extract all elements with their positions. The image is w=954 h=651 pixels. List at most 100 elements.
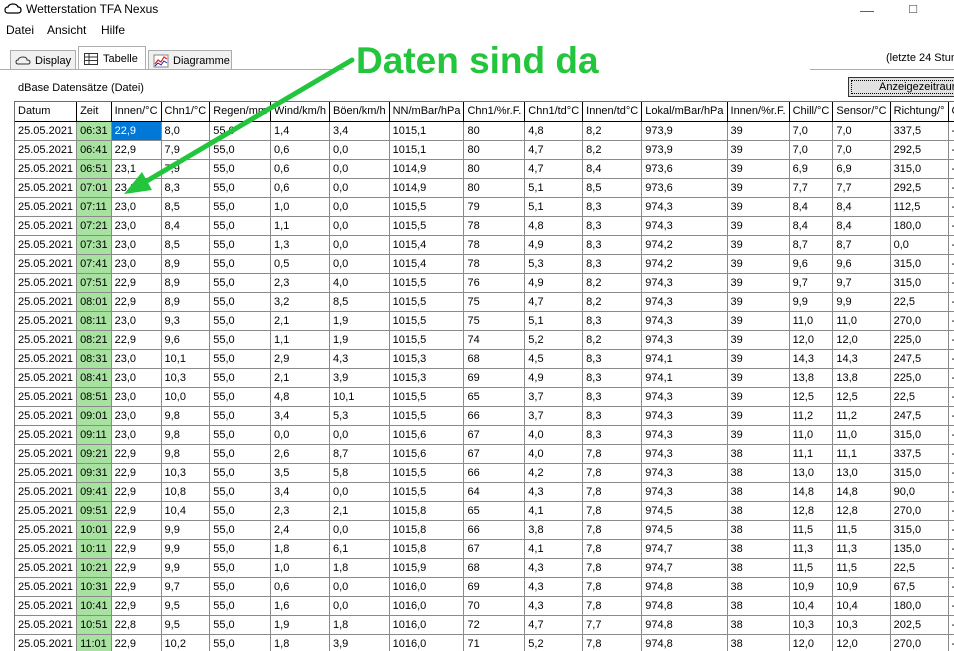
table-cell[interactable]: 1,8 — [329, 615, 390, 635]
table-cell[interactable]: 8,3 — [582, 235, 643, 255]
table-cell[interactable]: 22,9 — [111, 292, 162, 312]
table-cell[interactable]: 39 — [727, 387, 790, 407]
table-cell[interactable]: 974,7 — [641, 558, 728, 578]
table-cell[interactable]: 9,7 — [161, 577, 211, 597]
table-cell[interactable]: 8,4 — [832, 197, 891, 217]
table-cell[interactable]: 10:11 — [76, 539, 112, 559]
column-header[interactable]: Chill/°C — [789, 102, 834, 122]
table-cell[interactable]: 78 — [463, 254, 526, 274]
table-cell[interactable]: 974,8 — [641, 596, 728, 616]
table-cell[interactable]: 4,5 — [524, 349, 584, 369]
table-cell[interactable]: -- — [948, 159, 954, 179]
table-cell[interactable]: 337,5 — [890, 121, 949, 141]
table-cell[interactable]: 1,9 — [329, 311, 390, 331]
table-cell[interactable]: 4,7 — [524, 140, 584, 160]
table-cell[interactable]: 69 — [463, 368, 526, 388]
table-cell[interactable]: 974,7 — [641, 539, 728, 559]
table-row[interactable]: 25.05.2021 08:11 23,0 9,3 55,0 2,1 1,9 1015,5 75… — [15, 311, 954, 331]
table-cell[interactable]: 7,8 — [582, 463, 643, 483]
table-cell[interactable]: 39 — [727, 197, 790, 217]
table-cell[interactable]: -- — [948, 444, 954, 464]
table-cell[interactable]: 14,8 — [789, 482, 834, 502]
table-cell[interactable]: 11,2 — [832, 406, 891, 426]
table-cell[interactable]: 315,0 — [890, 425, 949, 445]
table-cell[interactable]: -- — [948, 539, 954, 559]
table-cell[interactable]: -- — [948, 520, 954, 540]
table-cell[interactable]: 4,7 — [524, 159, 584, 179]
table-cell[interactable]: 90,0 — [890, 482, 949, 502]
table-cell[interactable]: 78 — [463, 235, 526, 255]
table-cell[interactable]: 08:11 — [76, 311, 112, 331]
table-cell[interactable]: 974,5 — [641, 501, 728, 521]
table-cell[interactable]: -- — [948, 140, 954, 160]
table-cell[interactable]: 2,1 — [329, 501, 390, 521]
table-cell[interactable]: 55,0 — [209, 197, 272, 217]
table-cell[interactable]: 8,9 — [161, 273, 211, 293]
column-header[interactable]: Innen/td°C — [582, 102, 643, 122]
table-cell[interactable]: 3,7 — [524, 387, 584, 407]
table-cell[interactable]: 180,0 — [890, 216, 949, 236]
table-cell[interactable]: 8,2 — [582, 330, 643, 350]
table-cell[interactable]: 25.05.2021 — [15, 254, 78, 274]
table-cell[interactable]: 973,6 — [641, 178, 728, 198]
table-cell[interactable]: 1015,5 — [389, 311, 465, 331]
table-cell[interactable]: 08:31 — [76, 349, 112, 369]
table-cell[interactable]: 10,2 — [161, 634, 211, 651]
table-cell[interactable]: 11,0 — [789, 425, 834, 445]
table-cell[interactable]: 7,7 — [832, 178, 891, 198]
table-cell[interactable]: 12,0 — [832, 330, 891, 350]
table-cell[interactable]: 0,0 — [329, 197, 390, 217]
table-cell[interactable]: 10:41 — [76, 596, 112, 616]
table-cell[interactable]: 3,8 — [524, 520, 584, 540]
table-cell[interactable]: 7,8 — [582, 634, 643, 651]
table-cell[interactable]: 55,0 — [209, 140, 272, 160]
table-cell[interactable]: 5,8 — [329, 463, 390, 483]
table-cell[interactable]: 0,0 — [329, 482, 390, 502]
table-cell[interactable]: 7,8 — [582, 520, 643, 540]
table-cell[interactable]: 3,2 — [270, 292, 330, 312]
table-row[interactable]: 25.05.2021 08:31 23,0 10,1 55,0 2,9 4,3 1015,3 6… — [15, 349, 954, 369]
table-cell[interactable]: 67 — [463, 539, 526, 559]
table-cell[interactable]: 25.05.2021 — [15, 197, 78, 217]
table-cell[interactable]: 5,2 — [524, 634, 584, 651]
table-cell[interactable]: 08:41 — [76, 368, 112, 388]
table-cell[interactable]: 974,2 — [641, 254, 728, 274]
table-cell[interactable]: 07:41 — [76, 254, 112, 274]
table-cell[interactable]: 5,3 — [329, 406, 390, 426]
table-cell[interactable]: 974,3 — [641, 406, 728, 426]
table-cell[interactable]: 23,1 — [111, 159, 162, 179]
table-cell[interactable]: 55,0 — [209, 463, 272, 483]
table-cell[interactable]: -- — [948, 292, 954, 312]
table-cell[interactable]: 13,0 — [789, 463, 834, 483]
table-cell[interactable]: 10,0 — [161, 387, 211, 407]
table-cell[interactable]: 1015,6 — [389, 425, 465, 445]
table-cell[interactable]: 292,5 — [890, 178, 949, 198]
table-cell[interactable]: 22,9 — [111, 140, 162, 160]
table-cell[interactable]: 0,0 — [890, 235, 949, 255]
table-cell[interactable]: 23,0 — [111, 216, 162, 236]
table-cell[interactable]: 38 — [727, 501, 790, 521]
table-cell[interactable]: 25.05.2021 — [15, 216, 78, 236]
table-cell[interactable]: 1016,0 — [389, 615, 465, 635]
column-header[interactable]: Richtung/° — [890, 102, 949, 122]
table-cell[interactable]: 7,8 — [582, 577, 643, 597]
table-cell[interactable]: 38 — [727, 577, 790, 597]
table-cell[interactable]: 79 — [463, 197, 526, 217]
table-cell[interactable]: 2,3 — [270, 501, 330, 521]
table-cell[interactable]: -- — [948, 273, 954, 293]
table-cell[interactable]: 7,8 — [582, 501, 643, 521]
table-cell[interactable]: 23,0 — [111, 368, 162, 388]
table-cell[interactable]: 974,3 — [641, 482, 728, 502]
table-cell[interactable]: 39 — [727, 121, 790, 141]
table-cell[interactable]: 1015,8 — [389, 501, 465, 521]
table-cell[interactable]: -- — [948, 558, 954, 578]
table-cell[interactable]: 7,0 — [832, 140, 891, 160]
table-cell[interactable]: 38 — [727, 539, 790, 559]
table-cell[interactable]: 23,0 — [111, 406, 162, 426]
table-cell[interactable]: 9,9 — [161, 539, 211, 559]
table-cell[interactable]: 67,5 — [890, 577, 949, 597]
table-cell[interactable]: 2,1 — [270, 311, 330, 331]
table-cell[interactable]: 974,3 — [641, 463, 728, 483]
table-cell[interactable]: 23,0 — [111, 425, 162, 445]
table-cell[interactable]: 71 — [463, 634, 526, 651]
